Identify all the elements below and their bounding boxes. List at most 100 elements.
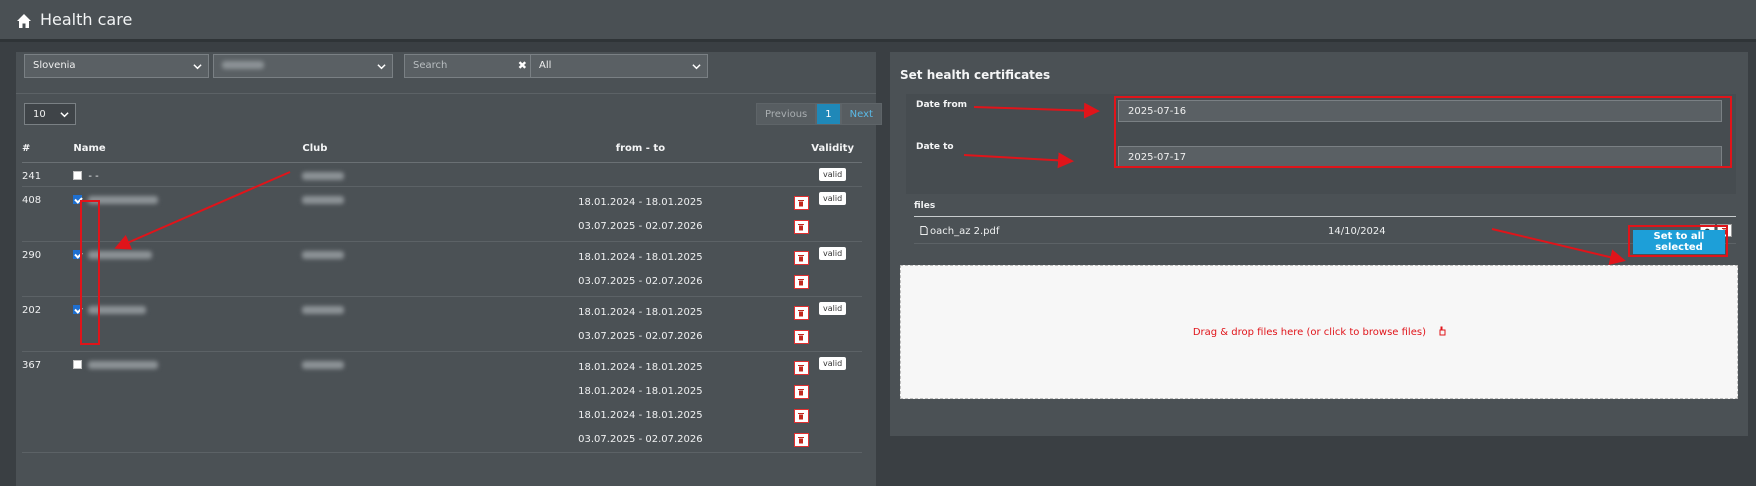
trash-icon: [798, 333, 805, 340]
validity-badge: valid: [819, 356, 847, 370]
period-entry: 03.07.2025 - 02.07.2026: [478, 428, 809, 452]
chevron-down-icon: [60, 112, 69, 118]
table-row: 290 18.01.2024 - 18.01.2025 03.07.2025 -…: [22, 241, 862, 297]
delete-period-button[interactable]: [793, 274, 809, 289]
delete-period-button[interactable]: [793, 408, 809, 423]
period-entry: 18.01.2024 - 18.01.2025: [478, 301, 809, 325]
trash-icon: [798, 199, 805, 206]
row-id: 290: [22, 241, 74, 297]
chevron-down-icon: [377, 64, 386, 70]
annotation-box-checkboxes: [80, 200, 100, 345]
trash-icon: [798, 412, 805, 419]
table-row: 241 - - valid: [22, 162, 862, 187]
delete-period-button[interactable]: [793, 329, 809, 344]
period-entry: 18.01.2024 - 18.01.2025: [478, 404, 809, 428]
column-header-club: Club: [302, 136, 478, 163]
club-select-value-redacted: [222, 61, 264, 69]
annotation-box-dates: [1114, 96, 1732, 168]
club-redacted: [302, 305, 345, 314]
period-entry: 18.01.2024 - 18.01.2025: [478, 356, 809, 380]
search-input[interactable]: Search ✖: [404, 54, 534, 78]
date-from-label: Date from: [916, 100, 967, 110]
trash-icon: [798, 364, 805, 371]
period-entry: 03.07.2025 - 02.07.2026: [478, 270, 809, 294]
certificates-panel: Set health certificates Date from 2025-0…: [890, 52, 1748, 436]
trash-icon: [798, 223, 805, 230]
search-placeholder: Search: [413, 60, 448, 71]
page-size-value: 10: [33, 109, 46, 120]
page-title: Health care: [40, 10, 133, 29]
row-checkbox[interactable]: [73, 171, 83, 180]
certificates-title: Set health certificates: [900, 68, 1051, 82]
validity-badge: valid: [819, 246, 847, 260]
next-page-button[interactable]: Next: [840, 103, 882, 125]
trash-icon: [798, 278, 805, 285]
club-redacted: [302, 171, 345, 180]
table-row: 408 18.01.2024 - 18.01.2025 03.07.2025 -…: [22, 186, 862, 242]
table-header-row: # Name Club from - to Validity: [22, 136, 862, 163]
date-to-label: Date to: [916, 142, 954, 152]
filter-bar: Slovenia Search ✖ All: [16, 52, 876, 94]
delete-period-button[interactable]: [793, 195, 809, 210]
members-panel: Slovenia Search ✖ All 10 Previous 1 Next…: [16, 52, 882, 486]
delete-period-button[interactable]: [793, 360, 809, 375]
delete-period-button[interactable]: [793, 305, 809, 320]
country-select[interactable]: Slovenia: [24, 54, 209, 78]
name-redacted: [88, 360, 159, 369]
clear-search-icon[interactable]: ✖: [518, 59, 527, 72]
row-name: - -: [88, 170, 99, 182]
file-date: 14/10/2024: [1328, 226, 1386, 237]
hand-pointer-icon: [1439, 326, 1446, 336]
delete-period-button[interactable]: [793, 384, 809, 399]
club-redacted: [302, 195, 345, 204]
files-header: files: [914, 195, 1736, 217]
country-select-value: Slovenia: [33, 60, 76, 71]
row-id: 202: [22, 296, 74, 352]
pdf-file-icon: [920, 226, 928, 235]
table-row: 367 18.01.2024 - 18.01.2025 18.01.2024 -…: [22, 351, 862, 453]
annotation-box-set-button: [1628, 225, 1728, 257]
top-bar: Health care: [0, 0, 1756, 42]
delete-period-button[interactable]: [793, 250, 809, 265]
column-header-validity: Validity: [803, 136, 862, 163]
period-entry: 03.07.2025 - 02.07.2026: [478, 215, 809, 239]
chevron-down-icon: [692, 64, 701, 70]
file-dropzone[interactable]: Drag & drop files here (or click to brow…: [900, 265, 1738, 399]
row-checkbox[interactable]: [73, 360, 83, 369]
period-entry: 18.01.2024 - 18.01.2025: [478, 246, 809, 270]
file-name[interactable]: oach_az 2.pdf: [930, 226, 999, 237]
trash-icon: [798, 436, 805, 443]
club-redacted: [302, 250, 345, 259]
validity-badge: valid: [819, 191, 847, 205]
members-table: # Name Club from - to Validity 241 - - v…: [22, 136, 862, 453]
page-1-button[interactable]: 1: [816, 103, 841, 125]
file-row: oach_az 2.pdf 14/10/2024: [914, 218, 1736, 244]
validity-select-value: All: [539, 60, 552, 71]
table-row: 202 18.01.2024 - 18.01.2025 03.07.2025 -…: [22, 296, 862, 352]
column-header-name: Name: [73, 136, 303, 163]
period-entry: 03.07.2025 - 02.07.2026: [478, 325, 809, 349]
row-id: 408: [22, 186, 74, 242]
pagination: Previous 1 Next: [756, 103, 882, 125]
club-redacted: [302, 360, 345, 369]
validity-badge: valid: [819, 301, 847, 315]
trash-icon: [798, 309, 805, 316]
chevron-down-icon: [193, 64, 202, 70]
trash-icon: [798, 388, 805, 395]
row-id: 367: [22, 351, 74, 453]
page-size-select[interactable]: 10: [24, 103, 76, 125]
period-entry: 18.01.2024 - 18.01.2025: [478, 191, 809, 215]
validity-select[interactable]: All: [530, 54, 708, 78]
home-icon[interactable]: [16, 13, 32, 29]
period-entry: 18.01.2024 - 18.01.2025: [478, 380, 809, 404]
previous-page-button[interactable]: Previous: [756, 103, 817, 125]
validity-badge: valid: [819, 167, 847, 181]
column-header-from-to: from - to: [477, 136, 804, 163]
delete-period-button[interactable]: [793, 432, 809, 447]
column-header-id: #: [22, 136, 74, 163]
trash-icon: [798, 254, 805, 261]
club-select[interactable]: [213, 54, 393, 78]
dropzone-text: Drag & drop files here (or click to brow…: [1192, 327, 1426, 338]
delete-period-button[interactable]: [793, 219, 809, 234]
row-id: 241: [22, 162, 74, 187]
